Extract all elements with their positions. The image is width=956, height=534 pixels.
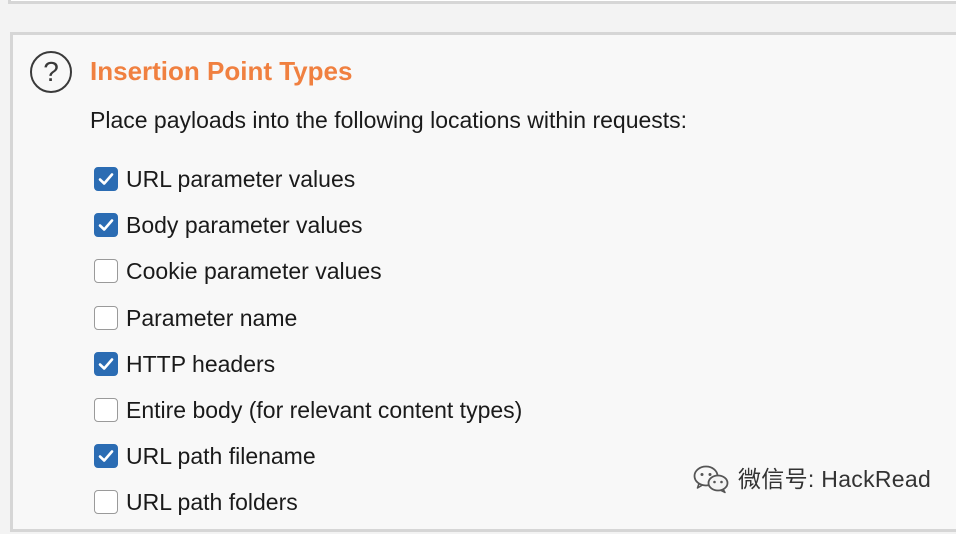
option-label: Parameter name [126, 304, 298, 331]
section-title: Insertion Point Types [90, 56, 353, 86]
watermark-text: 微信号: HackRead [738, 466, 932, 492]
http-headers-checkbox[interactable] [94, 351, 118, 376]
insertion-point-options: URL parameter values Body parameter valu… [94, 164, 522, 534]
option-entire-body[interactable]: Entire body (for relevant content types) [94, 395, 522, 441]
option-label: Body parameter values [126, 212, 363, 239]
option-http-headers[interactable]: HTTP headers [94, 349, 522, 395]
option-label: Entire body (for relevant content types) [126, 396, 523, 423]
parameter-name-checkbox[interactable] [94, 305, 118, 330]
option-body-parameter-values[interactable]: Body parameter values [94, 210, 522, 256]
top-panel [8, 0, 956, 4]
section-description: Place payloads into the following locati… [90, 107, 688, 133]
checkmark-icon [98, 450, 114, 462]
checkmark-icon [98, 173, 114, 185]
option-label: URL path folders [126, 489, 298, 516]
option-label: Cookie parameter values [126, 258, 382, 285]
option-label: URL parameter values [126, 166, 356, 192]
option-cookie-parameter-values[interactable]: Cookie parameter values [94, 256, 522, 302]
option-parameter-name[interactable]: Parameter name [94, 303, 522, 349]
checkmark-icon [98, 219, 114, 231]
wechat-icon [693, 465, 729, 494]
body-parameter-values-checkbox[interactable] [94, 213, 118, 238]
help-icon[interactable]: ? [30, 51, 72, 93]
url-path-folders-checkbox[interactable] [94, 490, 118, 515]
entire-body-checkbox[interactable] [94, 397, 118, 422]
cookie-parameter-values-checkbox[interactable] [94, 259, 118, 284]
option-url-path-filename[interactable]: URL path filename [94, 441, 522, 487]
option-label: URL path filename [126, 443, 316, 470]
option-label: HTTP headers [126, 350, 276, 377]
option-url-path-folders[interactable]: URL path folders [94, 487, 522, 533]
checkmark-icon [98, 357, 114, 370]
url-path-filename-checkbox[interactable] [94, 444, 118, 469]
option-url-parameter-values[interactable]: URL parameter values [94, 164, 522, 210]
watermark: 微信号: HackRead [692, 462, 931, 496]
url-parameter-values-checkbox[interactable] [94, 167, 118, 191]
